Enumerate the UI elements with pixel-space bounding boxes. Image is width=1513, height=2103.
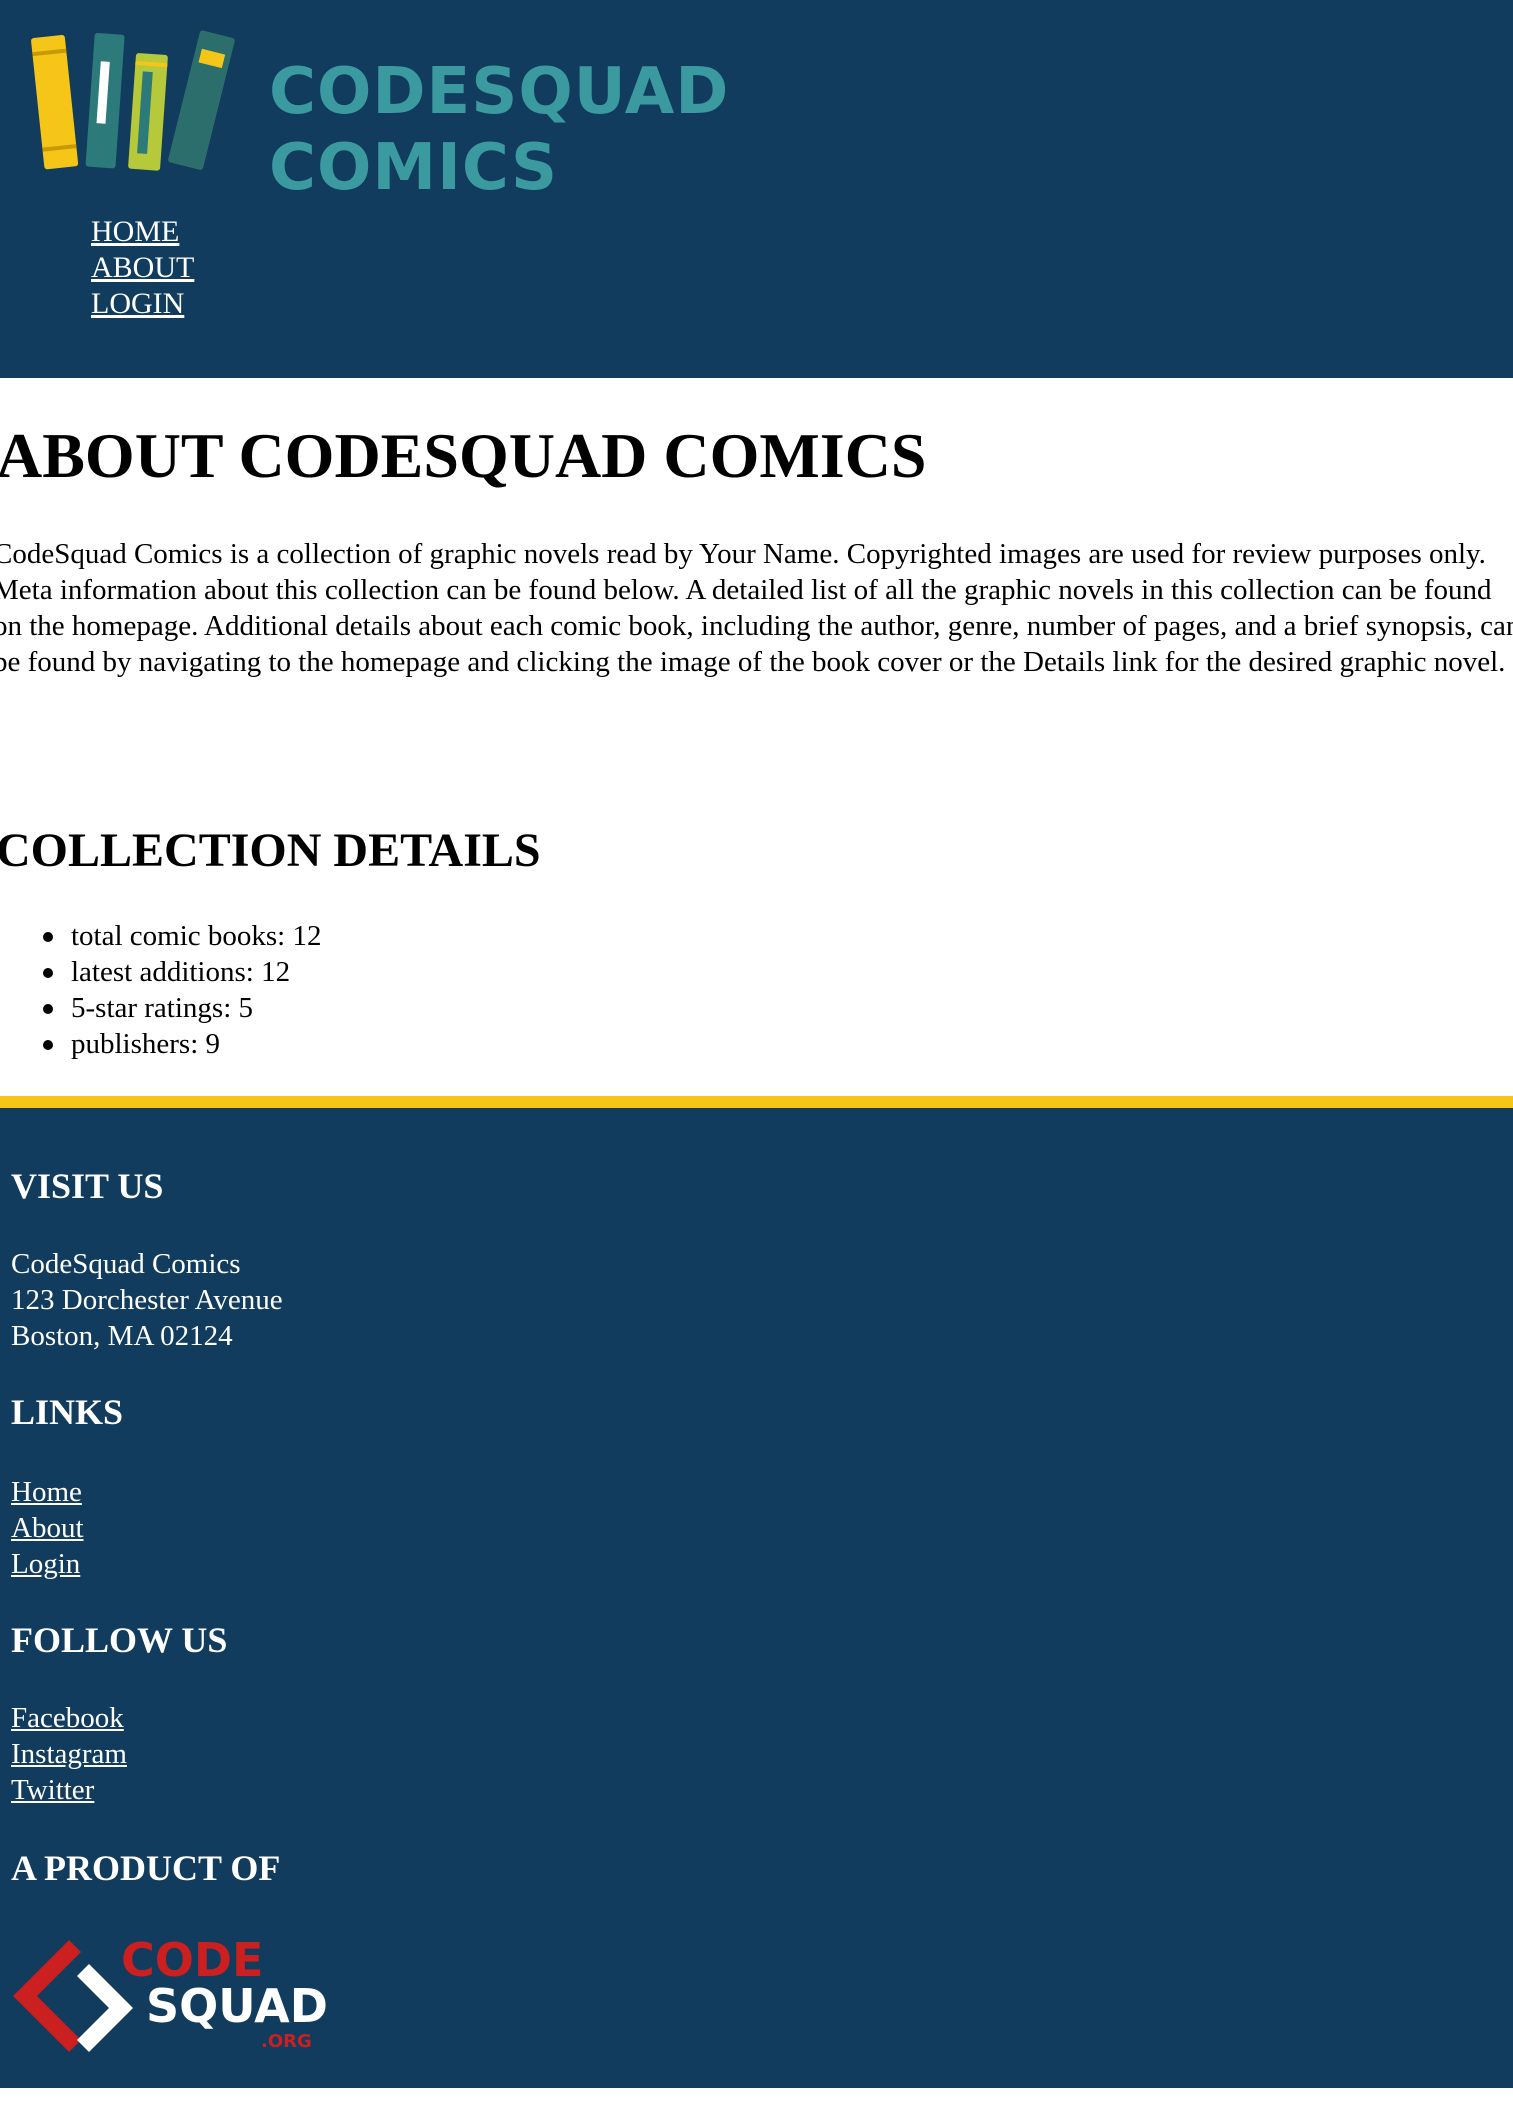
nav-link-home[interactable]: HOME — [91, 214, 194, 250]
follow-us-heading: FOLLOW US — [11, 1620, 228, 1660]
detail-total-comic-books: total comic books: 12 — [71, 920, 322, 952]
nav-link-about[interactable]: ABOUT — [91, 250, 194, 286]
site-footer: VISIT US CodeSquad Comics 123 Dorchester… — [0, 1108, 1513, 2088]
footer-divider — [0, 1096, 1513, 1108]
cs-logo-squad: SQUAD — [146, 1979, 328, 2033]
social-link-twitter[interactable]: Twitter — [11, 1772, 127, 1808]
collection-details-list: total comic books: 12 latest additions: … — [43, 918, 322, 1062]
list-item: total comic books: 12 — [43, 918, 322, 954]
links-heading: LINKS — [11, 1392, 124, 1432]
bullet-icon — [43, 1004, 53, 1014]
site-header: CODESQUAD COMICS HOME ABOUT LOGIN — [0, 0, 1513, 378]
detail-five-star-ratings: 5-star ratings: 5 — [71, 992, 254, 1024]
list-item: latest additions: 12 — [43, 954, 322, 990]
footer-links: Home About Login — [11, 1474, 84, 1582]
footer-link-about[interactable]: About — [11, 1510, 84, 1546]
codesquad-org-logo[interactable]: CODE SQUAD .ORG — [11, 1932, 328, 2062]
address-block: CodeSquad Comics 123 Dorchester Avenue B… — [11, 1246, 283, 1354]
visit-us-heading: VISIT US — [11, 1166, 164, 1206]
social-link-facebook[interactable]: Facebook — [11, 1700, 127, 1736]
social-link-instagram[interactable]: Instagram — [11, 1736, 127, 1772]
main-nav: HOME ABOUT LOGIN — [91, 214, 194, 322]
collection-details-heading: COLLECTION DETAILS — [0, 824, 541, 877]
address-line: 123 Dorchester Avenue — [11, 1284, 283, 1316]
intro-paragraph: CodeSquad Comics is a collection of grap… — [0, 538, 1513, 678]
logo-wordmark: CODESQUAD COMICS — [269, 54, 729, 206]
bullet-icon — [43, 932, 53, 942]
page-title: ABOUT CODESQUAD COMICS — [0, 420, 927, 491]
footer-link-login[interactable]: Login — [11, 1546, 84, 1582]
logo-text-line1: CODESQUAD — [269, 55, 730, 129]
list-item: 5-star ratings: 5 — [43, 990, 322, 1026]
codesquad-comics-logo[interactable]: CODESQUAD COMICS — [24, 26, 728, 205]
page-bottom — [0, 2088, 1513, 2103]
cs-logo-code: CODE — [121, 1933, 264, 1987]
bullet-icon — [43, 968, 53, 978]
detail-latest-additions: latest additions: 12 — [71, 956, 291, 988]
social-links: Facebook Instagram Twitter — [11, 1700, 127, 1808]
detail-publishers: publishers: 9 — [71, 1028, 221, 1060]
address-line: Boston, MA 02124 — [11, 1320, 233, 1352]
cs-logo-org: .ORG — [261, 2031, 312, 2052]
books-icon — [31, 30, 235, 171]
nav-link-login[interactable]: LOGIN — [91, 286, 194, 322]
address-line: CodeSquad Comics — [11, 1248, 241, 1280]
logo-text-line2: COMICS — [269, 131, 559, 205]
product-of-heading: A PRODUCT OF — [11, 1848, 281, 1888]
list-item: publishers: 9 — [43, 1026, 322, 1062]
footer-link-home[interactable]: Home — [11, 1474, 84, 1510]
bullet-icon — [43, 1040, 53, 1050]
